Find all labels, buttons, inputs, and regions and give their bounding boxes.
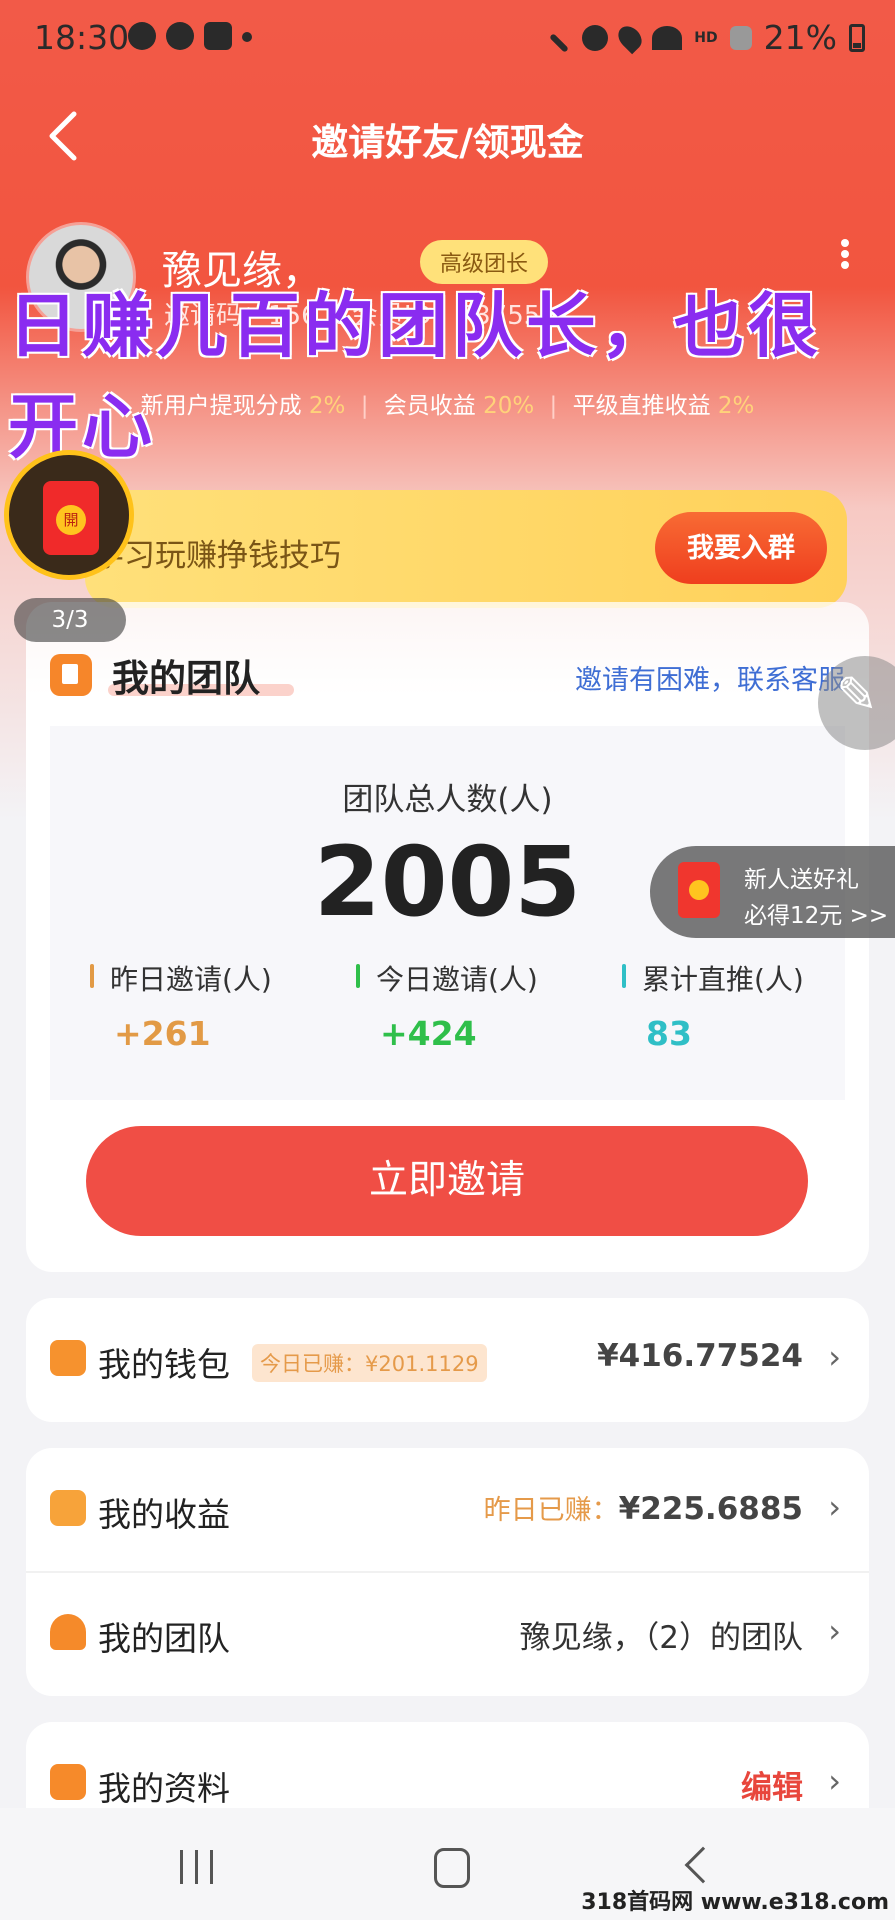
wifi-icon	[652, 25, 683, 50]
system-back-icon[interactable]	[684, 1846, 722, 1884]
separator: |	[549, 393, 558, 419]
wallet-card[interactable]: 我的钱包 今日已赚：¥201.1129 ¥416.77524 ›	[26, 1298, 869, 1422]
commission-value: 2%	[308, 393, 346, 419]
newbie-gift-button[interactable]: 新人送好礼 必得12元 >>	[650, 846, 895, 938]
pen-icon	[549, 32, 570, 53]
red-packet-float-button[interactable]	[4, 450, 134, 580]
system-navigation-bar: 318首码网 www.e318.com	[0, 1808, 895, 1920]
edit-profile-link[interactable]: 编辑	[741, 1762, 803, 1807]
my-team-value: 豫见缘，（2）的团队	[519, 1620, 803, 1656]
battery-percent: 21%	[763, 18, 837, 57]
stat-label: 累计直推(人)	[642, 963, 804, 996]
stat-value: +424	[380, 1014, 477, 1053]
site-watermark: 318首码网 www.e318.com	[581, 1890, 889, 1915]
red-packet-icon	[43, 481, 99, 555]
chevron-right-icon: ›	[828, 1338, 841, 1376]
earnings-yesterday-amount: ¥225.6885	[618, 1491, 803, 1527]
newbie-gift-title: 新人送好礼	[744, 867, 859, 893]
earnings-team-card: 我的收益 昨日已赚：¥225.6885 › 我的团队 豫见缘，（2）的团队 ›	[26, 1448, 869, 1696]
location-icon	[614, 21, 647, 54]
chevron-right-icon: ›	[828, 1488, 841, 1526]
join-group-banner[interactable]: 学习玩赚挣钱技巧 我要入群	[85, 490, 847, 608]
flag-icon	[50, 654, 92, 696]
gift-envelope-icon	[678, 862, 720, 918]
status-time: 18:30	[34, 18, 130, 57]
recent-apps-icon[interactable]	[180, 1850, 213, 1884]
wallet-icon	[50, 1340, 86, 1376]
stat-value: +261	[114, 1014, 211, 1053]
more-notifications-icon	[242, 32, 252, 42]
today-earned-chip: 今日已赚：¥201.1129	[252, 1344, 487, 1382]
my-profile-title: 我的资料	[98, 1769, 230, 1808]
yuan-icon	[50, 1490, 86, 1526]
commission-label: 会员收益	[383, 393, 476, 419]
page-counter: 3/3	[14, 598, 126, 642]
stat-label: 今日邀请(人)	[376, 963, 538, 996]
earnings-yesterday: 昨日已赚：¥225.6885	[484, 1488, 803, 1527]
earnings-row[interactable]: 我的收益 昨日已赚：¥225.6885 ›	[26, 1448, 869, 1572]
earnings-title: 我的收益	[98, 1495, 230, 1534]
separator: |	[360, 393, 369, 419]
newbie-gift-subtitle: 必得12元 >>	[744, 903, 889, 929]
total-label: 团队总人数(人)	[342, 782, 553, 818]
status-bar: 18:30 HD 21%	[0, 0, 895, 78]
wallet-title: 我的钱包	[98, 1345, 230, 1384]
document-icon	[50, 1764, 86, 1800]
my-team-title: 我的团队	[98, 1619, 230, 1658]
chevron-right-icon: ›	[828, 1612, 841, 1650]
home-icon[interactable]	[434, 1848, 470, 1888]
chevron-right-icon: ›	[828, 1762, 841, 1800]
commission-value: 2%	[717, 393, 755, 419]
stat-bar	[90, 964, 94, 988]
commission-label: 新用户提现分成	[140, 393, 302, 419]
wechat-icon	[128, 22, 156, 50]
commission-rates: 新用户提现分成 2% | 会员收益 20% | 平级直推收益 2%	[0, 386, 895, 420]
signal-icon	[729, 25, 752, 50]
page-title: 邀请好友/领现金	[311, 121, 584, 164]
system-icons: HD 21%	[548, 18, 865, 57]
battery-icon	[849, 23, 865, 52]
mute-icon	[582, 24, 609, 51]
invite-now-button[interactable]: 立即邀请	[86, 1126, 808, 1236]
team-person-icon	[50, 1614, 86, 1650]
commission-label: 平级直推收益	[572, 393, 711, 419]
join-group-button[interactable]: 我要入群	[655, 512, 827, 584]
stat-bar	[622, 964, 626, 988]
stat-label: 昨日邀请(人)	[110, 963, 272, 996]
notification-icons	[128, 22, 252, 50]
my-team-row[interactable]: 我的团队 豫见缘，（2）的团队 ›	[26, 1572, 869, 1696]
contact-support-link[interactable]: 邀请有困难，联系客服	[575, 658, 845, 697]
stat-value: 83	[646, 1014, 692, 1053]
commission-value: 20%	[483, 393, 535, 419]
earnings-yesterday-label: 昨日已赚：	[483, 1495, 619, 1526]
wallet-amount: ¥416.77524	[597, 1338, 803, 1374]
team-title: 我的团队	[112, 657, 260, 700]
network-label: HD	[694, 29, 718, 46]
overlay-caption: 日赚几百的团队长，也很开心	[8, 285, 822, 468]
wechat-icon	[166, 22, 194, 50]
gallery-icon	[204, 22, 232, 50]
stat-bar	[356, 964, 360, 988]
wallet-row[interactable]: 我的钱包 今日已赚：¥201.1129 ¥416.77524 ›	[26, 1298, 869, 1422]
